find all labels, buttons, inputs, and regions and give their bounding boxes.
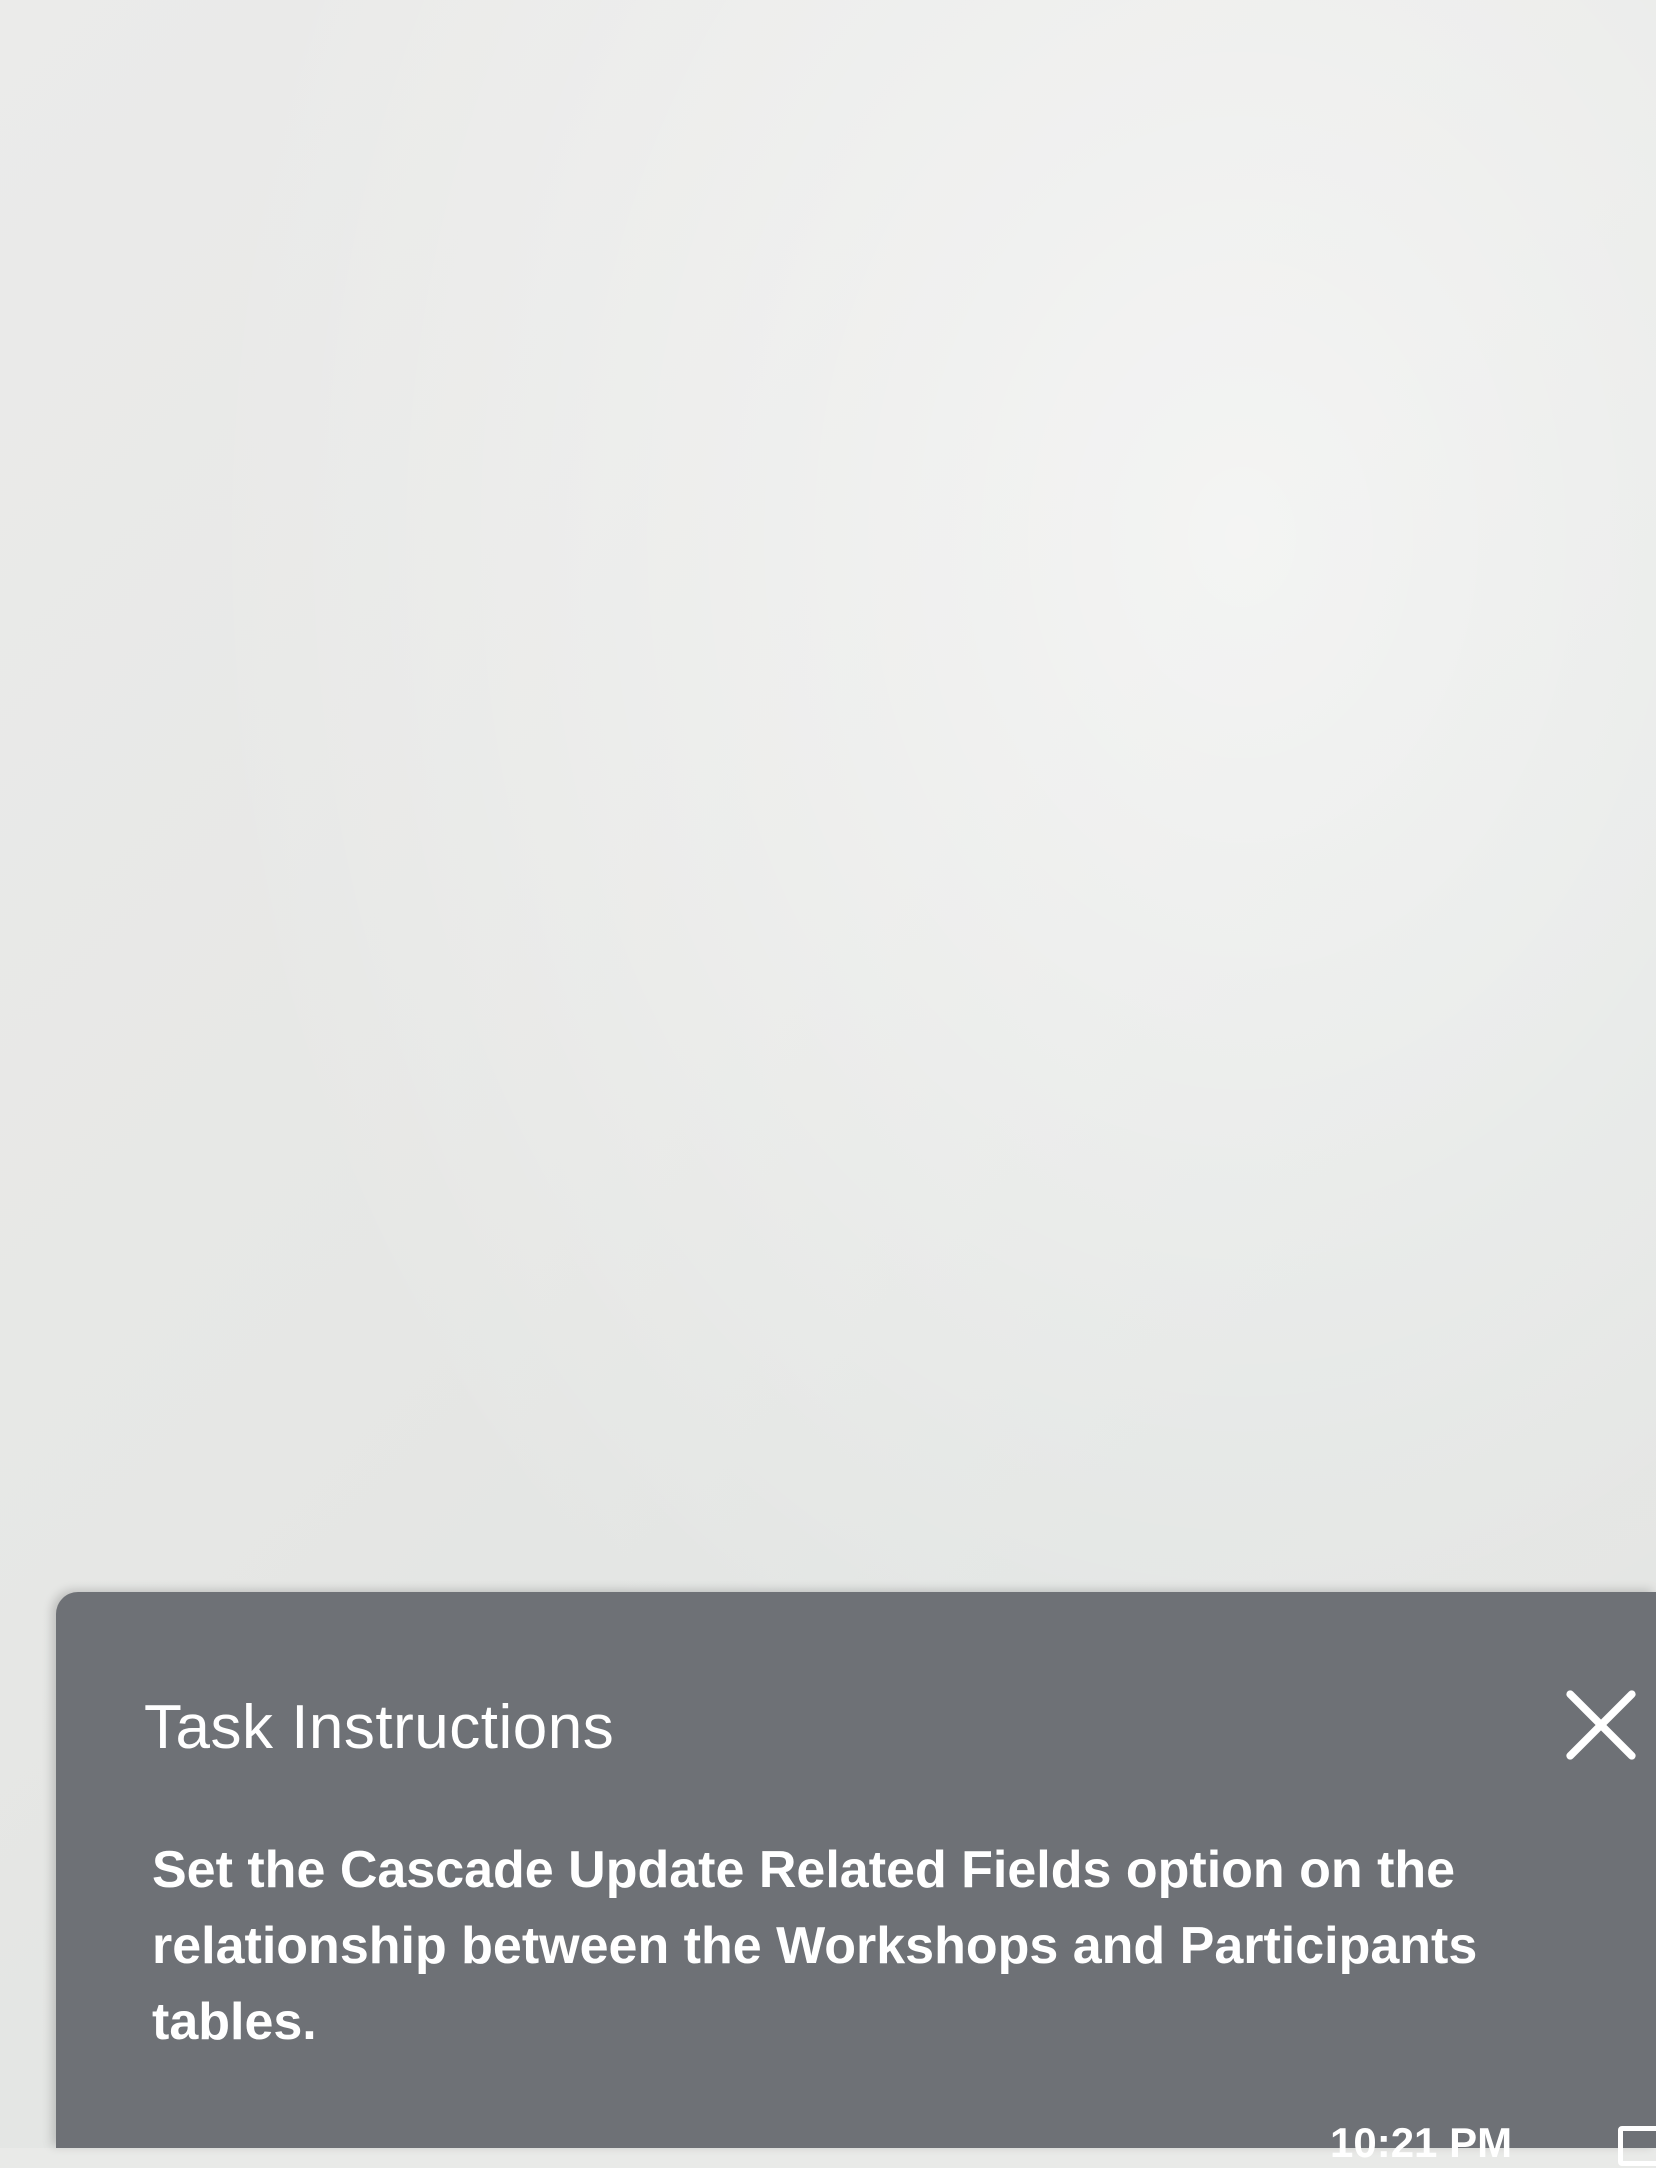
task-instructions-panel: Task Instructions Set the Cascade Update…	[56, 1592, 1656, 2148]
close-icon	[1566, 1690, 1636, 1760]
task-instruction-text: Set the Cascade Update Related Fields op…	[152, 1841, 1478, 2051]
taskbar-clock[interactable]: 10:21 PM	[1330, 2118, 1512, 2168]
close-button[interactable]	[1546, 1670, 1656, 1780]
task-instructions-title: Task Instructions	[144, 1693, 615, 1762]
notification-icon[interactable]	[1618, 2126, 1656, 2166]
